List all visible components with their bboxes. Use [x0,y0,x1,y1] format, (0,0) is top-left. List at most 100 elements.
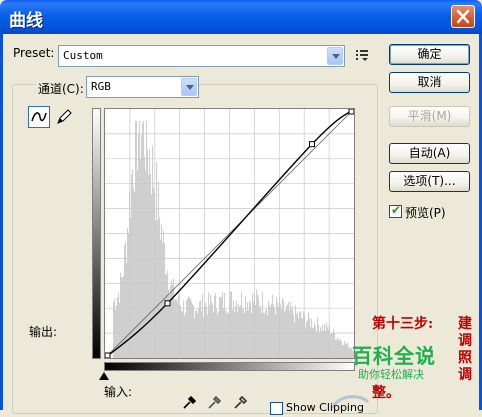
histogram-bar [153,187,155,358]
pencil-tool-button[interactable] [53,106,75,128]
histogram-bar [292,306,294,358]
histogram-bar [347,342,349,358]
histogram-bar [195,310,197,358]
histogram-bar [305,327,307,358]
histogram-bar [210,294,212,358]
curve-control-point[interactable] [164,300,171,307]
histogram-bar [299,311,301,358]
histogram-bar [151,194,153,358]
histogram-bar [166,275,168,358]
histogram-bar [225,309,227,358]
input-gradient-ramp [104,362,355,371]
watermark-swirl-icon [330,395,370,409]
histogram-bar [192,303,194,358]
show-clipping-checkbox[interactable] [270,402,283,415]
step-annotation-end: 整。 [372,385,400,401]
histogram-bar [341,341,343,358]
histogram-bar [256,289,258,358]
chevron-down-icon [181,78,197,96]
histogram-bar [199,301,201,358]
histogram-bar [135,121,137,358]
histogram-bar [125,241,127,358]
histogram-bar [281,309,283,358]
white-eyedropper-icon[interactable] [233,396,247,410]
histogram-bar [286,305,288,358]
histogram-bar [239,307,241,358]
histogram-bar [220,297,222,358]
histogram-bar [230,291,232,358]
histogram-bar [246,310,248,358]
histogram-bar [122,277,124,358]
histogram-bar [334,333,336,358]
histogram-bar [306,321,308,358]
histogram-bar [119,302,121,358]
auto-button[interactable]: 自动(A) [389,143,470,164]
histogram-bar [255,304,257,358]
histogram-bar [282,297,284,358]
histogram-bar [251,313,253,358]
window-frame-left [0,34,3,410]
histogram-bar [221,297,223,358]
histogram-bar [244,313,246,358]
histogram-bar [336,339,338,358]
preset-value: Custom [63,49,103,62]
close-button[interactable] [451,5,475,28]
histogram-bar [238,303,240,358]
histogram-bar [265,310,267,358]
histogram-bar [321,330,323,358]
curve-control-point[interactable] [309,141,316,148]
histogram-bar [342,344,344,358]
gray-eyedropper-icon[interactable] [207,396,221,410]
histogram-bar [263,312,265,358]
preview-checkbox[interactable]: ✔ [389,203,402,218]
histogram-bar [297,312,299,358]
histogram-bar [139,121,141,358]
curve-graph[interactable] [104,108,355,359]
histogram-bar [310,327,312,358]
curve-tool-button[interactable] [28,106,50,128]
histogram-bar [224,292,226,358]
histogram-bar [196,310,198,358]
histogram-bar [142,123,144,358]
histogram-bar [337,337,339,358]
histogram-bar [157,220,159,358]
smooth-button[interactable]: 平滑(M) [389,106,470,127]
histogram-bar [152,145,154,358]
histogram-bar [216,308,218,358]
histogram-bar [346,343,348,358]
options-button[interactable]: 选项(T)... [389,171,470,192]
histogram-bar [332,333,334,358]
preset-select[interactable]: Custom [58,45,345,67]
curve-control-point[interactable] [105,352,111,358]
histogram-bar [137,170,139,358]
black-eyedropper-icon[interactable] [182,396,196,410]
histogram-bar [339,339,341,358]
histogram-bar [278,306,280,358]
ok-button[interactable]: 确定 [389,44,470,65]
curve-icon [31,112,47,122]
watermark-title: 百科全说 [352,344,436,368]
histogram-bar [338,340,340,358]
histogram-bar [211,301,213,358]
histogram-bar [335,339,337,358]
histogram-bar [344,340,346,358]
histogram-bar [313,327,315,358]
histogram-bar [317,317,319,358]
channel-select[interactable]: RGB [86,76,199,98]
histogram-bar [193,305,195,358]
histogram-bar [274,307,276,358]
histogram-bar [312,327,314,358]
histogram-bar [206,306,208,358]
black-point-slider[interactable] [99,372,109,380]
curve-control-point[interactable] [348,109,354,115]
histogram-bar [245,296,247,358]
preset-menu-icon[interactable] [356,50,370,62]
curve-plot[interactable] [105,109,354,358]
cancel-button[interactable]: 取消 [389,72,470,93]
histogram-bar [133,187,135,358]
histogram-bar [318,324,320,358]
histogram-bar [188,296,190,358]
histogram-bar [156,162,158,358]
histogram-bar [232,309,234,358]
preset-label: Preset: [13,46,55,60]
